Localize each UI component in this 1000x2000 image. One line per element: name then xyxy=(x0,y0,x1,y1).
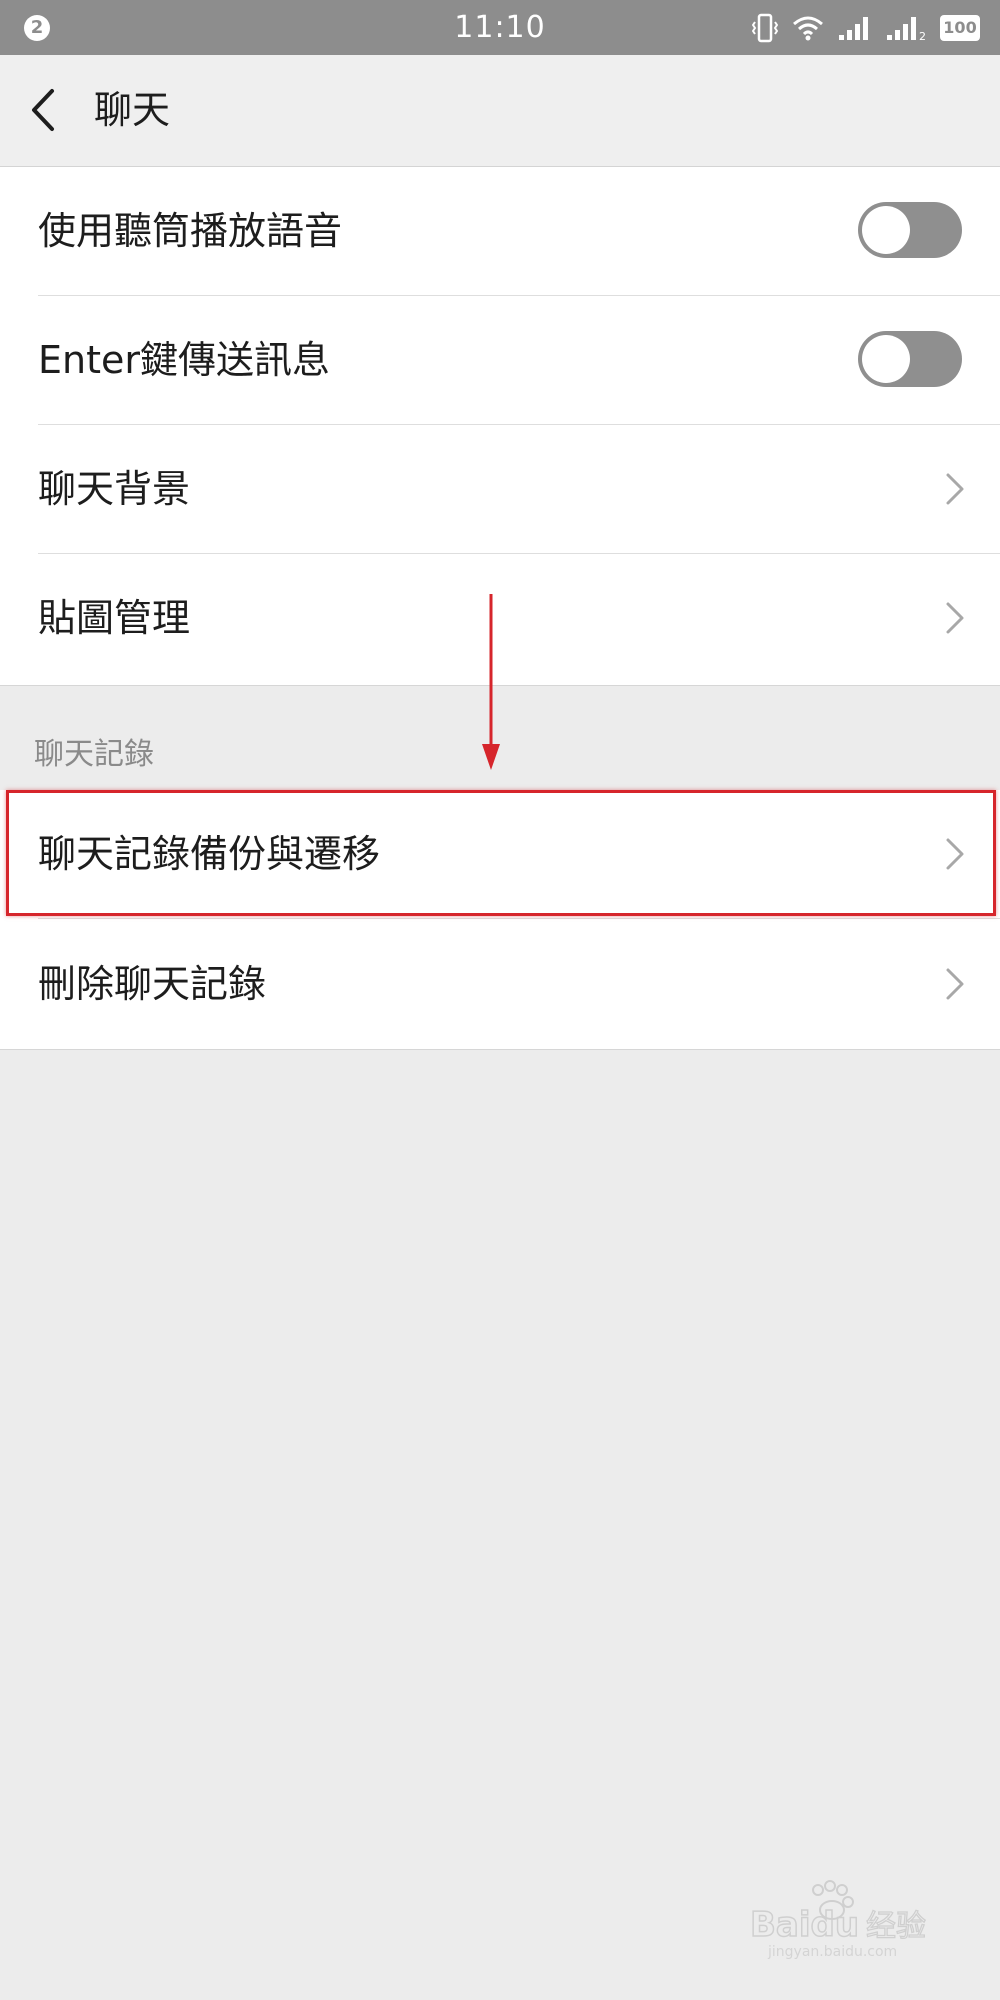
annotation-highlight-box xyxy=(6,790,996,916)
chevron-right-icon xyxy=(946,602,964,634)
watermark-brand: Baidu xyxy=(750,1905,859,1945)
toggle-knob xyxy=(862,206,910,254)
vibrate-icon xyxy=(752,13,778,43)
earpiece-playback-label: 使用聽筒播放語音 xyxy=(38,209,343,253)
status-icons: 2 100 xyxy=(752,12,980,44)
wifi-icon xyxy=(793,16,823,41)
toggle-knob xyxy=(862,335,910,383)
earpiece-playback-toggle[interactable] xyxy=(858,202,962,258)
status-bar: 2 11:10 2 100 xyxy=(0,0,1000,55)
delete-chat-history-label: 刪除聊天記錄 xyxy=(38,962,267,1006)
back-button[interactable] xyxy=(22,85,72,135)
watermark-brand-cn: 经验 xyxy=(866,1909,926,1944)
row-chat-background[interactable]: 聊天背景 xyxy=(0,425,1000,554)
chevron-right-icon xyxy=(946,968,964,1000)
section-header-chat-history: 聊天記錄 xyxy=(34,737,154,772)
chat-settings-screen: 2 11:10 2 100 聊天 使用聽筒播放語音 Enter鍵傳送訊息 聊天背… xyxy=(0,0,1000,2000)
chevron-right-icon xyxy=(946,473,964,505)
group-border xyxy=(0,1049,1000,1050)
baidu-jingyan-watermark: Baidu 经验 jingyan.baidu.com xyxy=(749,1880,927,1960)
annotation-arrow-down-icon xyxy=(482,594,500,770)
svg-text:2: 2 xyxy=(919,30,926,41)
signal-sim1-icon xyxy=(839,17,868,40)
header-bar: 聊天 xyxy=(0,55,1000,167)
chat-background-label: 聊天背景 xyxy=(38,467,191,511)
page-title: 聊天 xyxy=(94,88,171,132)
sticker-management-label: 貼圖管理 xyxy=(38,596,191,640)
enter-to-send-label: Enter鍵傳送訊息 xyxy=(38,338,330,382)
enter-to-send-toggle[interactable] xyxy=(858,331,962,387)
row-delete-chat-history[interactable]: 刪除聊天記錄 xyxy=(0,920,1000,1049)
watermark-domain: jingyan.baidu.com xyxy=(767,1944,897,1960)
battery-icon: 100 xyxy=(940,15,980,41)
signal-sim2-icon: 2 xyxy=(887,17,926,41)
divider xyxy=(38,918,1000,919)
row-earpiece-playback[interactable]: 使用聽筒播放語音 xyxy=(0,167,1000,296)
back-arrow-icon xyxy=(32,89,54,131)
row-enter-to-send[interactable]: Enter鍵傳送訊息 xyxy=(0,296,1000,425)
